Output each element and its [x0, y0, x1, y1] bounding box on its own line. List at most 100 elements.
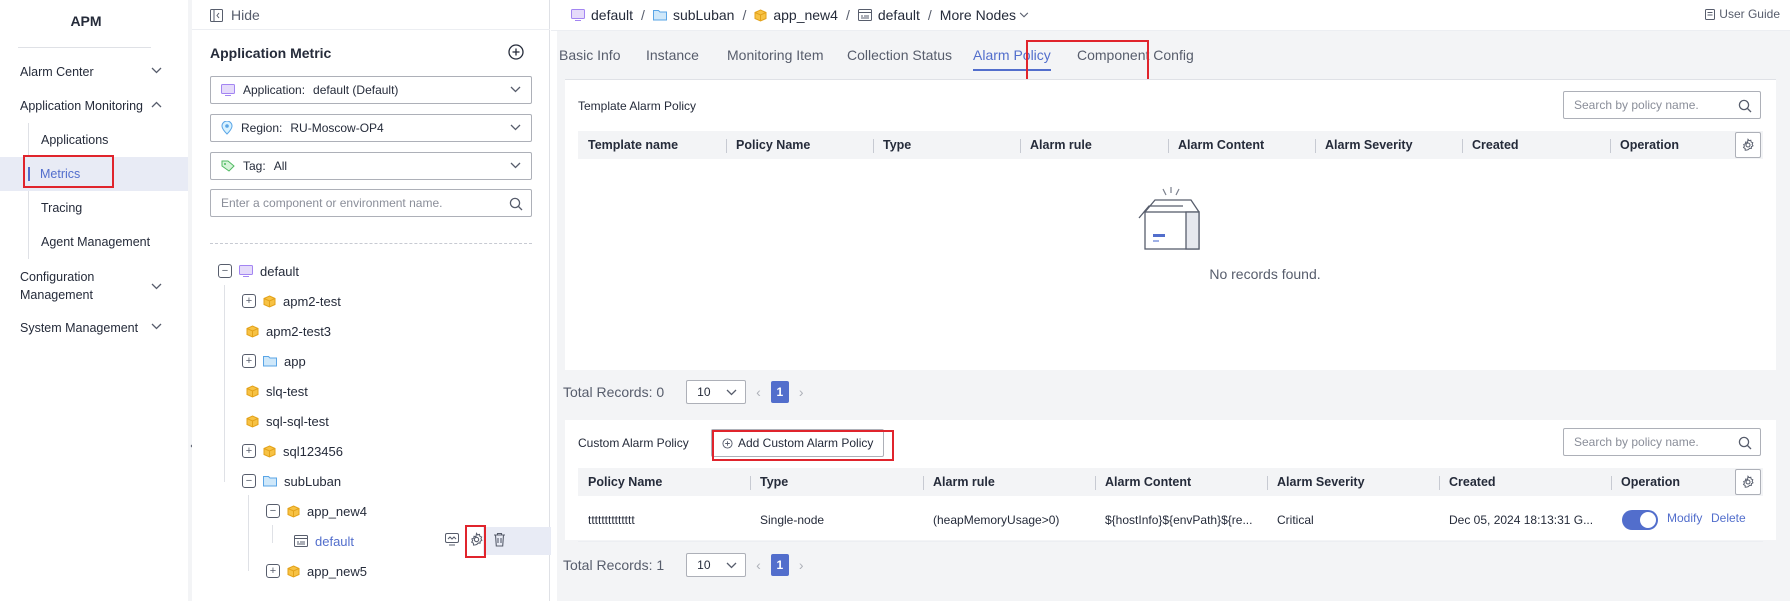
- expand-icon[interactable]: +: [242, 354, 256, 368]
- tree-node-app[interactable]: + app: [242, 347, 306, 375]
- more-nodes-dropdown[interactable]: More Nodes: [940, 7, 1029, 23]
- breadcrumb: default / subLuban / app_new4 / default …: [571, 7, 1029, 23]
- document-icon: [1705, 8, 1716, 20]
- tree-node-subluban[interactable]: − subLuban: [242, 467, 341, 495]
- chevron-left-icon[interactable]: ‹: [756, 384, 761, 400]
- column-header: Type: [873, 138, 911, 153]
- monitor-icon[interactable]: [445, 533, 459, 546]
- page-size-value: 10: [697, 558, 711, 572]
- collapse-icon[interactable]: −: [242, 474, 256, 488]
- environment-icon: [294, 535, 308, 547]
- location-icon: [221, 121, 233, 135]
- user-guide-link[interactable]: User Guide: [1705, 7, 1780, 21]
- column-header: Alarm Severity: [1315, 138, 1413, 153]
- breadcrumb-item[interactable]: subLuban: [673, 7, 735, 23]
- breadcrumb-item[interactable]: app_new4: [773, 7, 838, 23]
- chevron-right-icon[interactable]: ›: [799, 557, 804, 573]
- tab-collection-status[interactable]: Collection Status: [847, 31, 952, 79]
- tab-component-config[interactable]: Component Config: [1077, 31, 1194, 79]
- nav-sub-metrics[interactable]: Metrics: [0, 157, 188, 191]
- policy-enable-toggle[interactable]: [1622, 510, 1658, 530]
- nav-sub-label: Applications: [41, 133, 109, 147]
- hide-label: Hide: [231, 7, 260, 23]
- column-settings-button[interactable]: [1735, 132, 1761, 158]
- gear-icon[interactable]: [469, 532, 484, 547]
- breadcrumb-item[interactable]: default: [878, 7, 920, 23]
- tab-instance[interactable]: Instance: [646, 31, 699, 79]
- tab-alarm-policy[interactable]: Alarm Policy: [973, 31, 1051, 79]
- chevron-left-icon[interactable]: ‹: [756, 557, 761, 573]
- nav-item-application-monitoring[interactable]: Application Monitoring: [20, 89, 170, 123]
- tag-label: Tag:: [243, 159, 266, 173]
- page-size-select[interactable]: 10: [686, 553, 747, 577]
- search-icon: [509, 197, 523, 211]
- application-select[interactable]: Application: default (Default): [210, 76, 532, 104]
- tree-node-app-new4[interactable]: − app_new4: [266, 497, 367, 525]
- custom-table-header: Policy Name Type Alarm rule Alarm Conten…: [578, 468, 1763, 496]
- search-placeholder: Search by policy name.: [1574, 435, 1699, 449]
- left-navigation: APM Alarm Center Application Monitoring …: [0, 0, 188, 601]
- template-table-header: Template name Policy Name Type Alarm rul…: [578, 131, 1763, 159]
- tree-node-sql123456[interactable]: + sql123456: [242, 437, 343, 465]
- total-records: Total Records: 0: [563, 384, 665, 400]
- empty-state-text: No records found.: [1209, 266, 1321, 282]
- search-icon: [1738, 436, 1752, 450]
- nav-item-alarm-center[interactable]: Alarm Center: [20, 55, 170, 89]
- trash-icon[interactable]: [493, 532, 506, 547]
- column-settings-button[interactable]: [1735, 469, 1761, 495]
- collapse-icon[interactable]: −: [218, 264, 232, 278]
- modify-link[interactable]: Modify: [1667, 511, 1702, 525]
- tree-node-label: default: [315, 533, 355, 549]
- chevron-right-icon[interactable]: ›: [799, 384, 804, 400]
- template-search-input[interactable]: Search by policy name.: [1563, 91, 1761, 119]
- breadcrumb-item[interactable]: default: [591, 7, 633, 23]
- add-circle-icon[interactable]: [508, 44, 524, 60]
- expand-icon[interactable]: +: [242, 294, 256, 308]
- tree-node-sql-sql-test[interactable]: sql-sql-test: [246, 407, 329, 435]
- breadcrumb-separator: /: [742, 7, 747, 23]
- delete-link[interactable]: Delete: [1711, 511, 1746, 525]
- component-cube-icon: [246, 414, 259, 428]
- nav-item-configuration-management[interactable]: Configuration Management: [20, 266, 170, 306]
- tree-node-apm2-test[interactable]: + apm2-test: [242, 287, 341, 315]
- custom-search-input[interactable]: Search by policy name.: [1563, 428, 1761, 456]
- column-header: Policy Name: [588, 475, 663, 489]
- tag-select[interactable]: Tag: All: [210, 152, 532, 180]
- type-cell: Single-node: [760, 513, 825, 527]
- region-select[interactable]: Region: RU-Moscow-OP4: [210, 114, 532, 142]
- component-search-input[interactable]: Enter a component or environment name.: [210, 189, 532, 217]
- component-cube-icon: [754, 8, 767, 22]
- tree-node-environment-default[interactable]: default: [294, 527, 354, 555]
- nav-sub-label: Agent Management: [41, 235, 151, 249]
- nav-item-system-management[interactable]: System Management: [20, 311, 170, 345]
- component-cube-icon: [287, 504, 300, 518]
- nav-item-label: Application Monitoring: [20, 99, 143, 113]
- breadcrumb-item: More Nodes: [939, 7, 1017, 23]
- column-header: Policy Name: [726, 138, 810, 153]
- column-header: Alarm rule: [923, 475, 995, 490]
- tree-node-apm2-test3[interactable]: apm2-test3: [246, 317, 331, 345]
- nav-sub-agent-management[interactable]: Agent Management: [28, 225, 188, 259]
- tree-node-slq-test[interactable]: slq-test: [246, 377, 308, 405]
- hide-button[interactable]: Hide: [210, 7, 260, 23]
- divider: [210, 243, 532, 244]
- expand-icon[interactable]: +: [266, 564, 280, 578]
- chevron-down-icon: [726, 389, 737, 396]
- expand-icon[interactable]: +: [242, 444, 256, 458]
- chevron-down-icon: [1019, 12, 1029, 18]
- tree-node-default[interactable]: − default: [218, 257, 299, 285]
- page-number[interactable]: 1: [770, 381, 789, 403]
- page-number[interactable]: 1: [770, 554, 789, 576]
- page-size-select[interactable]: 10: [686, 380, 747, 404]
- component-cube-icon: [246, 384, 259, 398]
- collapse-icon[interactable]: −: [266, 504, 280, 518]
- tab-monitoring-item[interactable]: Monitoring Item: [727, 31, 823, 79]
- severity-cell: Critical: [1277, 513, 1314, 527]
- nav-sub-tracing[interactable]: Tracing: [28, 191, 188, 225]
- component-cube-icon: [263, 294, 276, 308]
- add-custom-alarm-policy-button[interactable]: Add Custom Alarm Policy: [711, 429, 885, 457]
- nav-sub-applications[interactable]: Applications: [28, 123, 188, 157]
- tab-basic-info[interactable]: Basic Info: [559, 31, 620, 79]
- tree-node-app-new5[interactable]: + app_new5: [266, 557, 367, 585]
- gear-icon: [1741, 475, 1755, 489]
